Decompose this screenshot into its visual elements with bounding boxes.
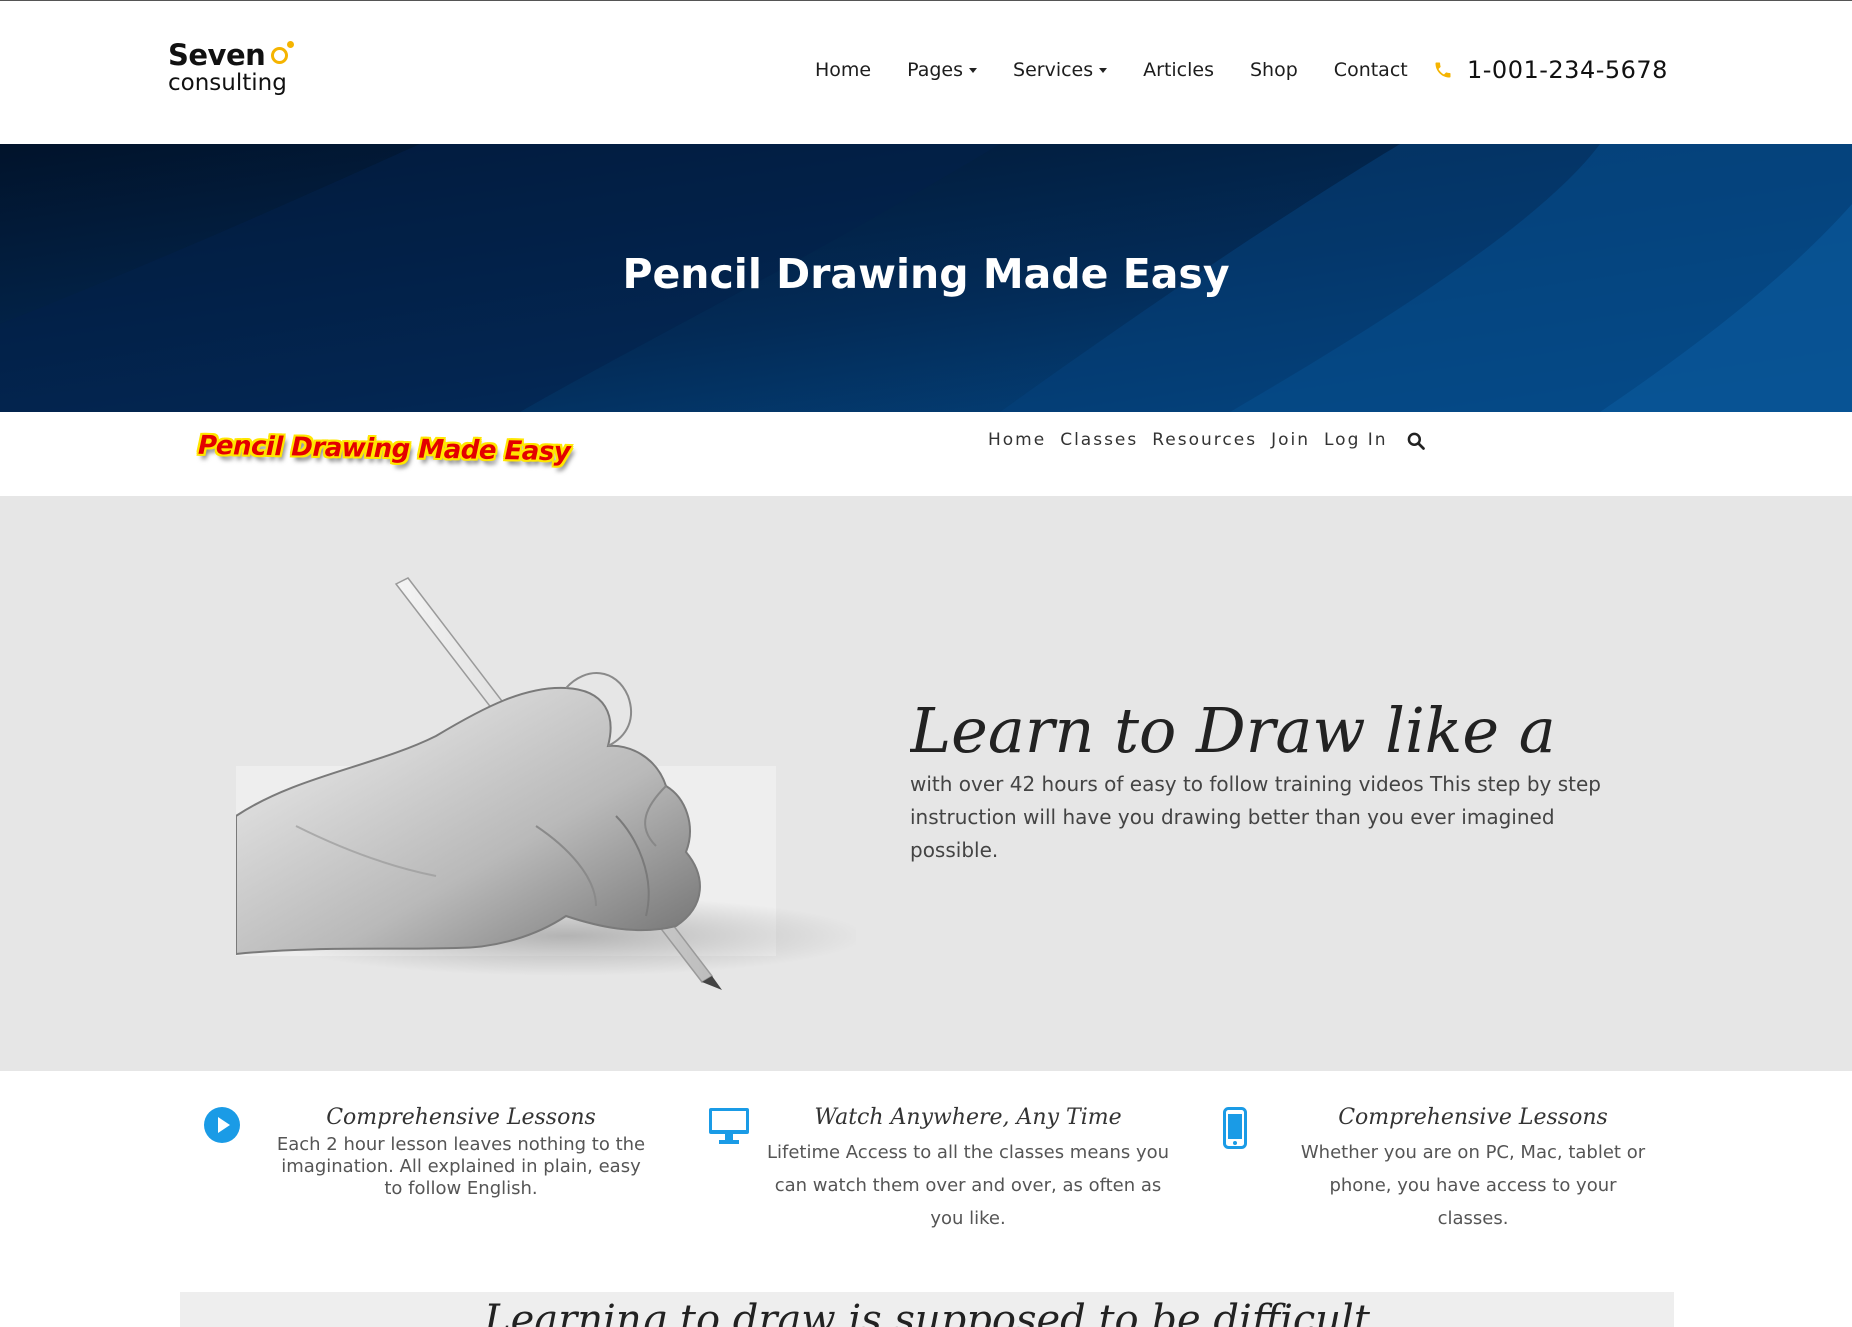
search-icon[interactable] bbox=[1406, 431, 1426, 451]
smartphone-icon bbox=[1223, 1107, 1247, 1149]
inner-nav-join[interactable]: Join bbox=[1271, 430, 1310, 450]
inner-nav-resources[interactable]: Resources bbox=[1152, 430, 1257, 450]
features-row: Comprehensive Lessons Each 2 hour lesson… bbox=[0, 1071, 1852, 1241]
bottom-headline: Learning to draw is supposed to be diffi… bbox=[484, 1297, 1370, 1327]
nav-home[interactable]: Home bbox=[815, 59, 871, 81]
phone-link[interactable]: 1-001-234-5678 bbox=[1433, 56, 1668, 84]
nav-shop[interactable]: Shop bbox=[1250, 59, 1298, 81]
logo-text-consulting: consulting bbox=[168, 70, 287, 96]
feature-3-text: Whether you are on PC, Mac, tablet or ph… bbox=[1300, 1142, 1646, 1229]
inner-site-header: Pencil Drawing Made Easy Home Classes Re… bbox=[0, 412, 1852, 496]
site-header: Seven consulting Home Pages Services Art… bbox=[0, 0, 1852, 145]
play-circle-icon bbox=[204, 1107, 240, 1143]
nav-articles[interactable]: Articles bbox=[1143, 59, 1214, 81]
inner-site-logo[interactable]: Pencil Drawing Made Easy bbox=[198, 431, 571, 467]
inner-nav-classes[interactable]: Classes bbox=[1060, 430, 1138, 450]
nav-contact[interactable]: Contact bbox=[1334, 59, 1408, 81]
inner-nav-home[interactable]: Home bbox=[988, 430, 1046, 450]
phone-number: 1-001-234-5678 bbox=[1467, 56, 1668, 84]
nav-services[interactable]: Services bbox=[1013, 59, 1108, 81]
feature-2-title: Watch Anywhere, Any Time bbox=[814, 1105, 1122, 1130]
hero-banner: Pencil Drawing Made Easy bbox=[0, 144, 1852, 412]
feature-headline: Learn to Draw like a bbox=[910, 694, 1556, 761]
logo-mark-icon bbox=[271, 41, 295, 64]
feature-1-title: Comprehensive Lessons bbox=[326, 1105, 596, 1130]
logo-text-seven: Seven bbox=[168, 38, 266, 72]
main-nav: Home Pages Services Articles Shop Contac… bbox=[815, 59, 1444, 81]
feature-section: Learn to Draw like a with over 42 hours … bbox=[0, 496, 1852, 1071]
caret-down-icon bbox=[969, 67, 978, 73]
site-logo[interactable]: Seven consulting bbox=[168, 38, 295, 96]
nav-services-label: Services bbox=[1013, 59, 1094, 81]
nav-shop-label: Shop bbox=[1250, 59, 1298, 81]
feature-3-title: Comprehensive Lessons bbox=[1338, 1105, 1608, 1130]
hero-title: Pencil Drawing Made Easy bbox=[622, 250, 1230, 298]
nav-pages-label: Pages bbox=[907, 59, 964, 81]
nav-home-label: Home bbox=[815, 59, 872, 81]
bottom-headline-band: Learning to draw is supposed to be diffi… bbox=[180, 1292, 1674, 1327]
nav-pages[interactable]: Pages bbox=[907, 59, 978, 81]
monitor-icon bbox=[709, 1108, 749, 1144]
hand-drawing-image bbox=[236, 577, 856, 990]
nav-articles-label: Articles bbox=[1143, 59, 1214, 81]
caret-down-icon bbox=[1099, 67, 1108, 73]
inner-nav: Home Classes Resources Join Log In bbox=[988, 428, 1426, 451]
feature-description: with over 42 hours of easy to follow tra… bbox=[910, 772, 1601, 862]
nav-contact-label: Contact bbox=[1333, 59, 1408, 81]
feature-1-text: Each 2 hour lesson leaves nothing to the… bbox=[276, 1134, 646, 1199]
feature-2-text: Lifetime Access to all the classes means… bbox=[766, 1142, 1170, 1229]
phone-icon bbox=[1435, 62, 1451, 78]
inner-nav-login[interactable]: Log In bbox=[1324, 430, 1388, 450]
